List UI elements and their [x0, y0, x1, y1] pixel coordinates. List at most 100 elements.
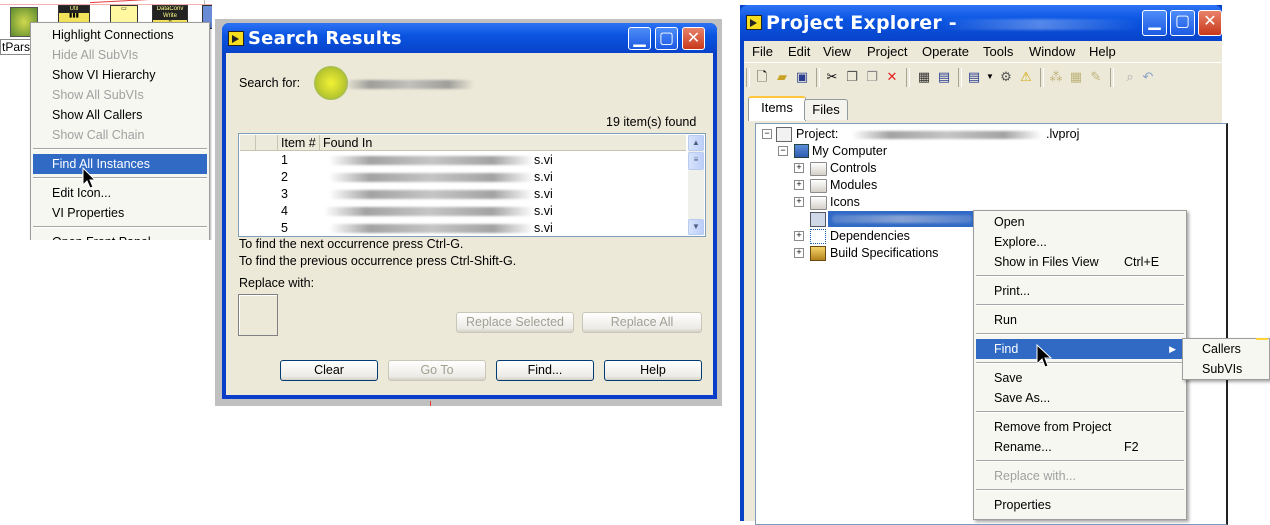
copy-icon[interactable]: ❐ — [844, 69, 860, 85]
menu-view[interactable]: View — [823, 44, 851, 59]
tree-folder-icons[interactable]: Icons — [830, 194, 860, 211]
close-button[interactable]: ✕ — [1198, 10, 1222, 36]
collapse-icon[interactable]: − — [762, 129, 772, 139]
tree-folder-modules[interactable]: Modules — [830, 177, 877, 194]
paste-icon[interactable]: ❐ — [864, 69, 880, 85]
refresh-icon[interactable]: ▦ — [1068, 69, 1084, 85]
new-icon[interactable]: 🗋 — [754, 69, 770, 85]
menu-item-rename[interactable]: Rename... F2 — [974, 437, 1186, 457]
replace-with-field[interactable] — [238, 294, 278, 336]
menu-item-show-call-chain[interactable]: Show Call Chain — [31, 125, 209, 145]
results-list[interactable]: Item # Found In 1 s.vi 2 s.vi 3 s.vi 4 s.vi … — [238, 133, 706, 237]
table-row[interactable]: 5 s.vi — [239, 220, 687, 236]
tree-my-computer[interactable]: My Computer — [812, 143, 887, 160]
minimize-icon: ▁ — [633, 30, 646, 47]
delete-icon[interactable]: ✕ — [884, 69, 900, 85]
expand-icon[interactable]: + — [794, 231, 804, 241]
redacted-text — [832, 215, 972, 223]
menu-file[interactable]: File — [752, 44, 773, 59]
column-header-blank[interactable] — [240, 135, 256, 151]
scroll-thumb[interactable]: ≡ — [688, 152, 704, 170]
maximize-button[interactable]: ▢ — [655, 27, 678, 50]
close-button[interactable]: ✕ — [682, 27, 705, 50]
menu-item-open-front-panel[interactable]: Open Front Panel — [31, 232, 209, 240]
save-project-icon[interactable]: ▤ — [936, 69, 952, 85]
menu-item-show-all-subvis[interactable]: Show All SubVIs — [31, 85, 209, 105]
scroll-down-icon[interactable]: ▼ — [688, 219, 704, 235]
tab-items[interactable]: Items — [748, 96, 806, 121]
tree-build-specifications[interactable]: Build Specifications — [830, 245, 938, 262]
tree-dependencies[interactable]: Dependencies — [830, 228, 910, 245]
table-row[interactable]: 4 s.vi — [239, 203, 687, 220]
menu-item-find-all-instances[interactable]: Find All Instances — [33, 154, 207, 174]
toolbar-separator — [816, 68, 820, 87]
project-icon — [776, 127, 792, 142]
column-header-blank[interactable] — [256, 135, 278, 151]
save-all-icon[interactable]: ▣ — [794, 69, 810, 85]
menu-item-print[interactable]: Print... — [974, 281, 1186, 301]
menu-item-highlight-connections[interactable]: Highlight Connections — [31, 25, 209, 45]
results-scrollbar[interactable]: ▲ ≡ ▼ — [688, 135, 704, 235]
tab-files[interactable]: Files — [804, 99, 848, 120]
find-button[interactable]: Find... — [496, 360, 594, 381]
expand-icon[interactable]: + — [794, 197, 804, 207]
menu-item-save-as[interactable]: Save As... — [974, 388, 1186, 408]
menu-item-run[interactable]: Run — [974, 310, 1186, 330]
properties-icon[interactable]: ⚙ — [998, 69, 1014, 85]
cut-icon[interactable]: ✂ — [824, 69, 840, 85]
menu-item-callers[interactable]: Callers — [1183, 339, 1269, 359]
menu-item-subvis[interactable]: SubVIs — [1183, 359, 1269, 379]
goto-button[interactable]: Go To — [388, 360, 486, 381]
replace-all-button[interactable]: Replace All — [582, 312, 702, 333]
menu-item-properties[interactable]: Properties — [974, 495, 1186, 515]
maximize-button[interactable]: ▢ — [1170, 10, 1195, 36]
menu-item-vi-properties[interactable]: VI Properties — [31, 203, 209, 223]
column-header-found-in[interactable]: Found In — [320, 135, 686, 151]
expand-icon[interactable]: + — [794, 248, 804, 258]
menu-item-save[interactable]: Save — [974, 368, 1186, 388]
minimize-button[interactable]: ▁ — [1142, 10, 1167, 36]
title-bar[interactable]: Project Explorer - ▁ ▢ ✕ — [740, 5, 1222, 41]
menu-item-open[interactable]: Open — [974, 212, 1186, 232]
table-row[interactable]: 1 s.vi — [239, 152, 687, 169]
menu-help[interactable]: Help — [1089, 44, 1116, 59]
edit-icon[interactable]: ✎ — [1088, 69, 1104, 85]
menu-item-replace-with[interactable]: Replace with... — [974, 466, 1186, 486]
open-icon[interactable]: ▰ — [774, 69, 790, 85]
replace-selected-button[interactable]: Replace Selected — [456, 312, 574, 333]
chevron-down-icon[interactable]: ▼ — [982, 69, 998, 85]
scroll-up-icon[interactable]: ▲ — [688, 135, 704, 151]
menu-edit[interactable]: Edit — [788, 44, 810, 59]
title-bar[interactable]: Search Results ▁ ▢ ✕ — [222, 23, 717, 53]
undo-icon[interactable]: ↶ — [1140, 69, 1156, 85]
warning-icon[interactable]: ⚠ — [1018, 69, 1034, 85]
table-row[interactable]: 2 s.vi — [239, 169, 687, 186]
menu-item-edit-icon[interactable]: Edit Icon... — [31, 183, 209, 203]
menu-item-remove-from-project[interactable]: Remove from Project — [974, 417, 1186, 437]
build-icon[interactable]: ▦ — [916, 69, 932, 85]
view-icon[interactable]: ▤ — [966, 69, 982, 85]
help-button[interactable]: Help — [604, 360, 702, 381]
menu-item-hide-all-subvis[interactable]: Hide All SubVIs — [31, 45, 209, 65]
minimize-button[interactable]: ▁ — [628, 27, 651, 50]
menu-project[interactable]: Project — [867, 44, 907, 59]
menu-tools[interactable]: Tools — [983, 44, 1013, 59]
clear-button[interactable]: Clear — [280, 360, 378, 381]
menu-operate[interactable]: Operate — [922, 44, 969, 59]
collapse-icon[interactable]: − — [778, 146, 788, 156]
menu-item-show-vi-hierarchy[interactable]: Show VI Hierarchy — [31, 65, 209, 85]
expand-icon[interactable]: + — [794, 180, 804, 190]
menu-item-find[interactable]: Find ▶ — [976, 339, 1184, 359]
expand-icon[interactable]: + — [794, 163, 804, 173]
menu-item-show-all-callers[interactable]: Show All Callers — [31, 105, 209, 125]
find-icon[interactable]: ⌕ — [1122, 69, 1138, 85]
dependency-icon[interactable]: ⁂ — [1048, 69, 1064, 85]
menu-window[interactable]: Window — [1029, 44, 1075, 59]
menu-item-explore[interactable]: Explore... — [974, 232, 1186, 252]
menu-separator — [33, 226, 207, 228]
menu-item-show-in-files-view[interactable]: Show in Files View Ctrl+E — [974, 252, 1186, 272]
table-row[interactable]: 3 s.vi — [239, 186, 687, 203]
tree-project-label[interactable]: Project: — [796, 126, 838, 143]
tree-folder-controls[interactable]: Controls — [830, 160, 877, 177]
column-header-item[interactable]: Item # — [278, 135, 320, 151]
